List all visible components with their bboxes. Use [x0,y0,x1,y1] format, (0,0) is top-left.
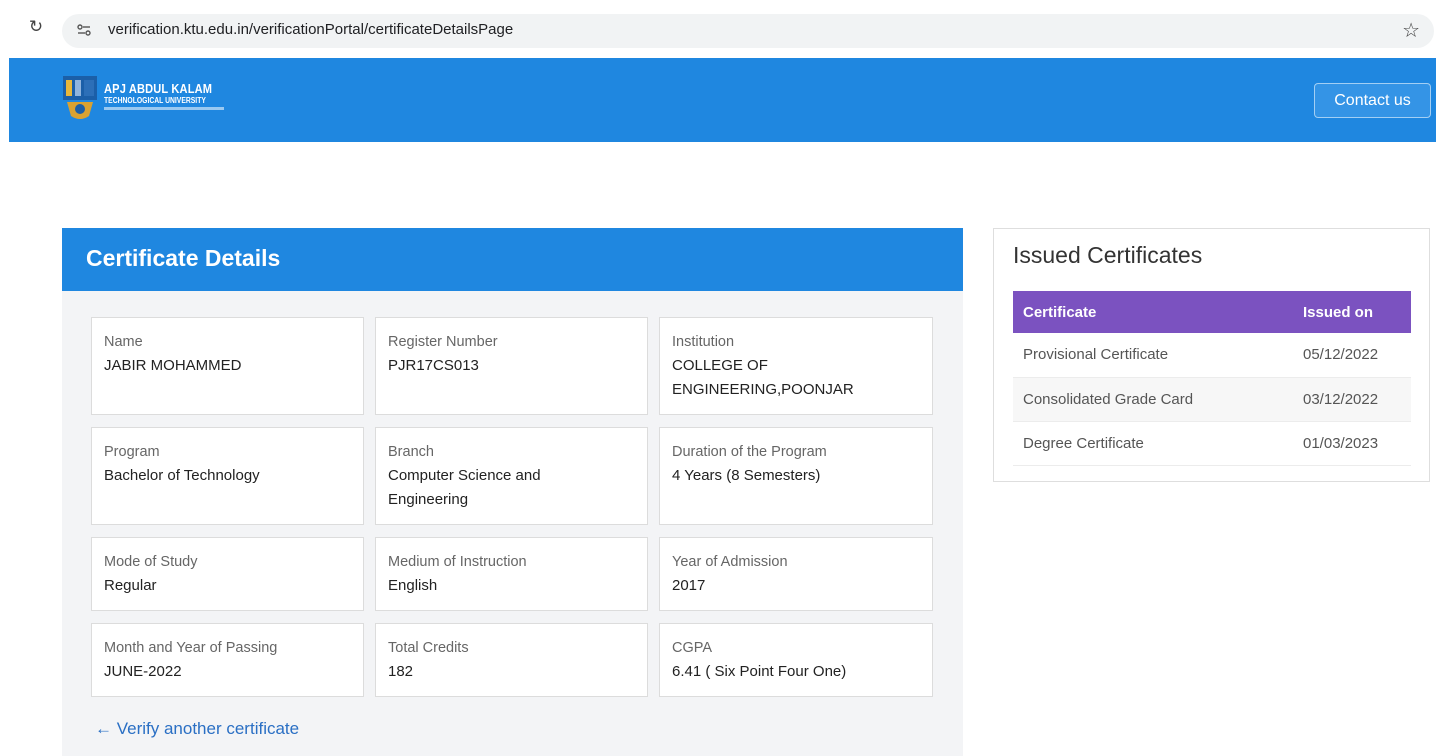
field-value: Computer Science and Engineering [388,467,541,508]
field-branch: Branch Computer Science and Engineering [375,427,648,525]
field-year-of-admission: Year of Admission 2017 [659,537,933,611]
field-duration: Duration of the Program 4 Years (8 Semes… [659,427,933,525]
field-register-number: Register Number PJR17CS013 [375,317,648,415]
field-value: 6.41 ( Six Point Four One) [672,663,847,680]
bookmark-star-icon[interactable]: ☆ [1402,18,1420,43]
field-total-credits: Total Credits 182 [375,623,648,697]
site-header: APJ ABDUL KALAM TECHNOLOGICAL UNIVERSITY… [9,58,1436,142]
card-title: Certificate Details [86,245,281,271]
field-medium-of-instruction: Medium of Instruction English [375,537,648,611]
issued-date-cell: 01/03/2023 [1293,421,1411,466]
logo-subtitle: TECHNOLOGICAL UNIVERSITY [104,96,206,105]
field-label: Duration of the Program [672,444,827,460]
field-program: Program Bachelor of Technology [91,427,364,525]
verify-link-label: Verify another certificate [116,719,300,738]
field-name: Name JABIR MOHAMMED [91,317,364,415]
field-label: Mode of Study [104,554,198,570]
field-value: Regular [104,577,157,594]
field-cgpa: CGPA 6.41 ( Six Point Four One) [659,623,933,697]
browser-toolbar: ↻ verification.ktu.edu.in/verificationPo… [0,0,1436,58]
field-institution: Institution COLLEGE OF ENGINEERING,POONJ… [659,317,933,415]
field-value: 182 [388,663,414,680]
table-row: Consolidated Grade Card 03/12/2022 [1013,377,1411,422]
field-label: Month and Year of Passing [104,640,278,656]
certificate-name-cell: Degree Certificate [1013,421,1293,466]
column-header-issued-on: Issued on [1293,291,1411,333]
field-label: Name [104,334,143,350]
verify-another-certificate-link[interactable]: ← Verify another certificate [95,719,299,739]
logo-tagline [104,107,224,110]
field-label: Medium of Instruction [388,554,527,570]
card-header: Certificate Details [62,228,963,291]
field-value: COLLEGE OF ENGINEERING,POONJAR [672,357,854,398]
field-value: JUNE-2022 [104,663,182,680]
field-mode-of-study: Mode of Study Regular [91,537,364,611]
address-bar[interactable]: verification.ktu.edu.in/verificationPort… [62,14,1434,48]
field-label: Total Credits [388,640,469,656]
field-value: JABIR MOHAMMED [104,357,242,374]
field-label: Register Number [388,334,498,350]
issued-certificates-panel: Issued Certificates Certificate Issued o… [993,228,1430,482]
table-row: Provisional Certificate 05/12/2022 [1013,333,1411,378]
issued-date-cell: 05/12/2022 [1293,333,1411,378]
field-label: Institution [672,334,735,350]
field-value: Bachelor of Technology [104,467,260,484]
issued-title: Issued Certificates [1013,242,1203,268]
issued-certificates-table: Certificate Issued on Provisional Certif… [1013,291,1411,466]
url-text[interactable]: verification.ktu.edu.in/verificationPort… [108,21,513,38]
field-label: Year of Admission [672,554,788,570]
reload-icon[interactable]: ↻ [26,17,46,37]
field-label: Branch [388,444,434,460]
field-value: 4 Years (8 Semesters) [672,467,821,484]
table-header-row: Certificate Issued on [1013,291,1411,333]
field-label: Program [104,444,160,460]
certificate-name-cell: Consolidated Grade Card [1013,377,1293,422]
field-label: CGPA [672,640,713,656]
site-info-icon[interactable] [76,22,92,38]
field-value: 2017 [672,577,706,594]
university-wordmark: APJ ABDUL KALAM TECHNOLOGICAL UNIVERSITY [104,82,231,110]
field-value: English [388,577,438,594]
field-month-year-of-passing: Month and Year of Passing JUNE-2022 [91,623,364,697]
certificate-name-cell: Provisional Certificate [1013,333,1293,378]
back-arrow-icon: ← [95,719,112,738]
logo-title: APJ ABDUL KALAM [104,81,213,96]
table-row: Degree Certificate 01/03/2023 [1013,421,1411,466]
field-value: PJR17CS013 [388,357,479,374]
contact-us-button[interactable]: Contact us [1314,83,1431,118]
issued-date-cell: 03/12/2022 [1293,377,1411,422]
column-header-certificate: Certificate [1013,291,1293,333]
university-logo-icon[interactable] [61,72,99,124]
